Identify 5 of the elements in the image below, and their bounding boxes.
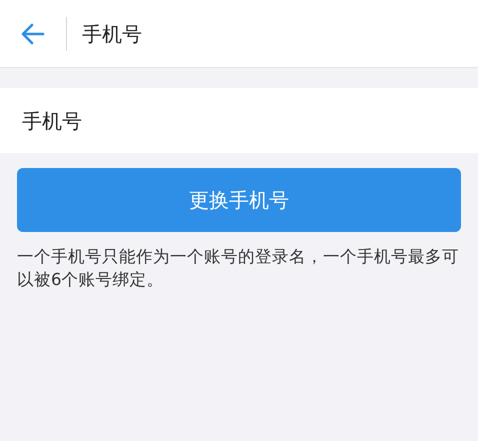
page-title: 手机号 <box>82 20 142 48</box>
phone-field[interactable]: 手机号 <box>0 88 478 153</box>
note-text: 一个手机号只能作为一个账号的登录名，一个手机号最多可以被6个账号绑定。 <box>17 246 460 291</box>
field-label: 手机号 <box>22 108 82 134</box>
back-icon[interactable] <box>20 20 46 46</box>
